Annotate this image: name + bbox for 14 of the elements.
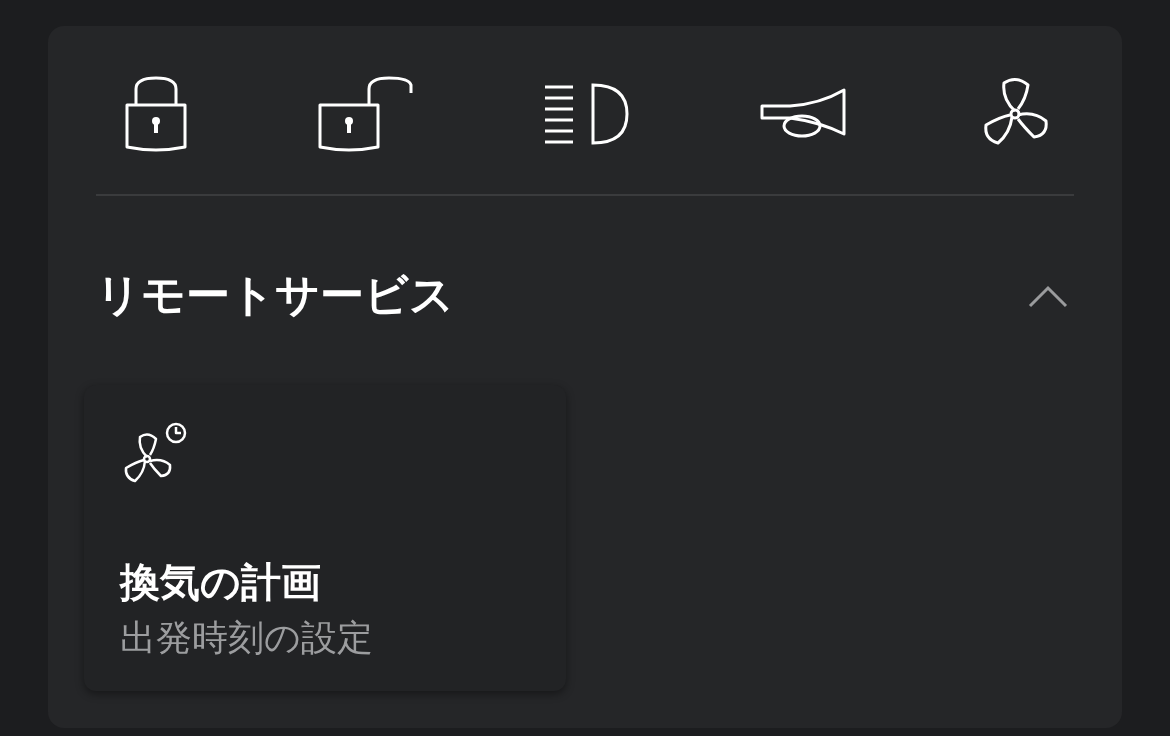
unlocked-lock-icon [316, 75, 415, 153]
unlock-button[interactable] [316, 75, 415, 153]
horn-button[interactable] [759, 88, 848, 140]
service-subtitle: 出発時刻の設定 [120, 616, 373, 660]
chevron-icon [1028, 283, 1068, 308]
service-title: 換気の計画 [120, 558, 321, 607]
lock-button[interactable] [124, 75, 188, 153]
headlight-button[interactable] [543, 82, 631, 146]
section-title: リモートサービス [96, 268, 454, 322]
lock-icon [124, 75, 188, 153]
collapse-button[interactable] [1028, 283, 1068, 308]
headlight-icon [543, 82, 631, 146]
horn-icon [759, 88, 848, 140]
service-card[interactable]: 換気の計画 出発時刻の設定 [84, 385, 566, 691]
